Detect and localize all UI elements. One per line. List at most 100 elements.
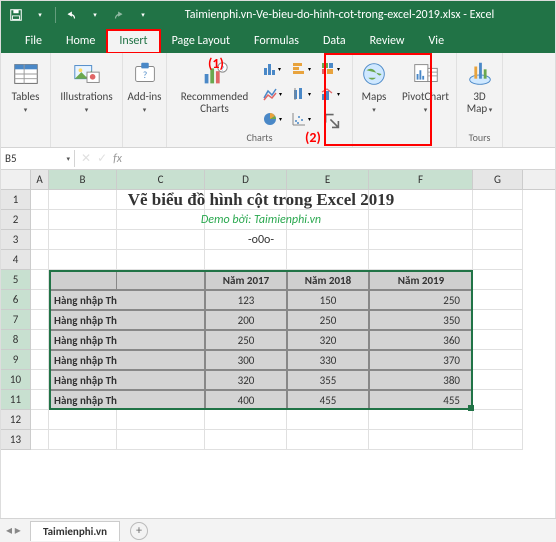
- rowhdr-5[interactable]: 5: [1, 270, 31, 290]
- svg-text:▾: ▾: [308, 90, 311, 98]
- charts-group-label: Charts: [246, 131, 272, 146]
- combo-chart-icon[interactable]: ▾: [316, 82, 344, 106]
- illustrations-button[interactable]: Illustrations▾: [55, 57, 119, 115]
- fx-icon[interactable]: fx: [113, 152, 122, 166]
- rowhdr-12[interactable]: 12: [1, 410, 31, 430]
- formula-bar-row: B5▾ ✕ ✓ fx: [1, 148, 555, 170]
- window-title: Taimienphi.vn-Ve-bieu-do-hinh-cot-trong-…: [154, 8, 525, 22]
- colhdr-B[interactable]: B: [49, 170, 117, 189]
- maps-button[interactable]: Maps▾: [355, 57, 393, 115]
- svg-text:▾: ▾: [337, 65, 340, 73]
- annotation-1: (1): [208, 55, 224, 72]
- column-headers: A B C D E F G: [1, 170, 555, 190]
- chart-types-grid: ▾ ▾ ▾ ▾ ▾ ▾ ▾ ▾: [258, 57, 344, 131]
- row-label: Hàng nhập Tháng 6: [49, 310, 117, 330]
- statistic-chart-icon[interactable]: ▾: [287, 82, 315, 106]
- addins-button[interactable]: ? Add-ins▾: [125, 57, 165, 115]
- rowhdr-10[interactable]: 10: [1, 370, 31, 390]
- tours-group-label: Tours: [469, 131, 491, 146]
- quick-access-toolbar: ▾ ▾ ▾: [1, 4, 154, 26]
- recommended-label: Recommended Charts: [181, 91, 248, 115]
- rowhdr-2[interactable]: 2: [1, 210, 31, 230]
- column-chart-icon[interactable]: ▾: [258, 57, 286, 81]
- table-row: Hàng nhập Tháng 5123150250: [31, 290, 523, 310]
- rowhdr-4[interactable]: 4: [1, 250, 31, 270]
- 3dmap-button[interactable]: 3D Map ▾: [459, 57, 501, 115]
- group-illustrations: Illustrations▾: [51, 53, 123, 147]
- maps-label: Maps: [362, 90, 387, 103]
- redo-icon[interactable]: [108, 4, 130, 26]
- rowhdr-1[interactable]: 1: [1, 190, 31, 210]
- table-header-2019: Năm 2019: [369, 270, 473, 290]
- tab-insert[interactable]: Insert: [107, 30, 159, 53]
- row-label: Hàng nhập Tháng 10: [49, 390, 117, 410]
- row-label: Hàng nhập Tháng 7: [49, 330, 117, 350]
- colhdr-C[interactable]: C: [117, 170, 205, 189]
- svg-text:▾: ▾: [279, 115, 282, 123]
- cells-area[interactable]: Vẽ biểu đồ hình cột trong Excel 2019 Dem…: [31, 190, 523, 450]
- rowhdr-13[interactable]: 13: [1, 430, 31, 450]
- undo-caret[interactable]: ▾: [84, 4, 106, 26]
- charts-dialog-launcher[interactable]: [316, 107, 344, 131]
- tab-home[interactable]: Home: [54, 30, 107, 53]
- rowhdr-8[interactable]: 8: [1, 330, 31, 350]
- add-sheet-button[interactable]: +: [130, 522, 148, 540]
- colhdr-D[interactable]: D: [205, 170, 287, 189]
- svg-text:▾: ▾: [308, 115, 311, 123]
- tables-label: Tables: [12, 90, 40, 103]
- tab-formulas[interactable]: Formulas: [242, 30, 311, 53]
- svg-text:▾: ▾: [308, 65, 311, 73]
- addins-label: Add-ins: [128, 90, 162, 103]
- table-header-2018: Năm 2018: [287, 270, 369, 290]
- ribbon: Tables▾ Illustrations▾ ? Add-ins▾ ? Reco…: [1, 53, 555, 148]
- tab-view[interactable]: Vie: [417, 30, 457, 53]
- bar-chart-icon[interactable]: ▾: [287, 57, 315, 81]
- group-charts: ? Recommended Charts ▾ ▾ ▾ ▾ ▾ ▾ ▾ ▾ Cha…: [167, 53, 353, 147]
- sheet-nav[interactable]: ◂ ▸: [6, 523, 21, 538]
- tab-pagelayout[interactable]: Page Layout: [160, 30, 242, 53]
- colhdr-E[interactable]: E: [287, 170, 369, 189]
- tables-button[interactable]: Tables▾: [2, 57, 50, 115]
- tab-data[interactable]: Data: [311, 30, 358, 53]
- table-row: Hàng nhập Tháng 8300330370: [31, 350, 523, 370]
- svg-text:▾: ▾: [279, 90, 282, 98]
- save-icon[interactable]: [5, 4, 27, 26]
- pie-chart-icon[interactable]: ▾: [258, 107, 286, 131]
- row-label: Hàng nhập Tháng 9: [49, 370, 117, 390]
- select-all-corner[interactable]: [1, 170, 31, 189]
- pivotchart-label: PivotChart: [402, 90, 449, 103]
- rowhdr-11[interactable]: 11: [1, 390, 31, 410]
- menu-bar: File Home Insert Page Layout Formulas Da…: [1, 29, 555, 53]
- line-chart-icon[interactable]: ▾: [258, 82, 286, 106]
- rowhdr-3[interactable]: 3: [1, 230, 31, 250]
- qat-more[interactable]: ▾: [132, 4, 154, 26]
- rowhdr-9[interactable]: 9: [1, 350, 31, 370]
- pivotchart-button[interactable]: PivotChart▾: [397, 57, 455, 115]
- group-tables: Tables▾: [1, 53, 51, 147]
- qat-caret[interactable]: ▾: [29, 4, 51, 26]
- table-header-blank2: [117, 270, 205, 290]
- fx-cancel-icon[interactable]: ✕: [81, 151, 91, 166]
- tab-review[interactable]: Review: [358, 30, 417, 53]
- group-addins: ? Add-ins▾: [123, 53, 167, 147]
- rowhdr-6[interactable]: 6: [1, 290, 31, 310]
- undo-icon[interactable]: [60, 4, 82, 26]
- row-label: Hàng nhập Tháng 8: [49, 350, 117, 370]
- colhdr-A[interactable]: A: [31, 170, 49, 189]
- colhdr-F[interactable]: F: [369, 170, 473, 189]
- svg-text:▾: ▾: [278, 65, 281, 73]
- scatter-chart-icon[interactable]: ▾: [287, 107, 315, 131]
- table-header-blank: [49, 270, 117, 290]
- hierarchy-chart-icon[interactable]: ▾: [316, 57, 344, 81]
- colhdr-G[interactable]: G: [473, 170, 523, 189]
- sheet-tab-active[interactable]: Taimienphi.vn: [30, 521, 120, 541]
- fx-confirm-icon[interactable]: ✓: [97, 151, 107, 166]
- table-row: Hàng nhập Tháng 7250320360: [31, 330, 523, 350]
- titlebar: ▾ ▾ ▾ Taimienphi.vn-Ve-bieu-do-hinh-cot-…: [1, 1, 555, 29]
- rowhdr-7[interactable]: 7: [1, 310, 31, 330]
- tab-file[interactable]: File: [13, 30, 54, 53]
- svg-text:▾: ▾: [337, 90, 340, 98]
- svg-text:?: ?: [142, 69, 146, 81]
- name-box[interactable]: B5▾: [1, 150, 75, 167]
- table-row: Hàng nhập Tháng 6200250350: [31, 310, 523, 330]
